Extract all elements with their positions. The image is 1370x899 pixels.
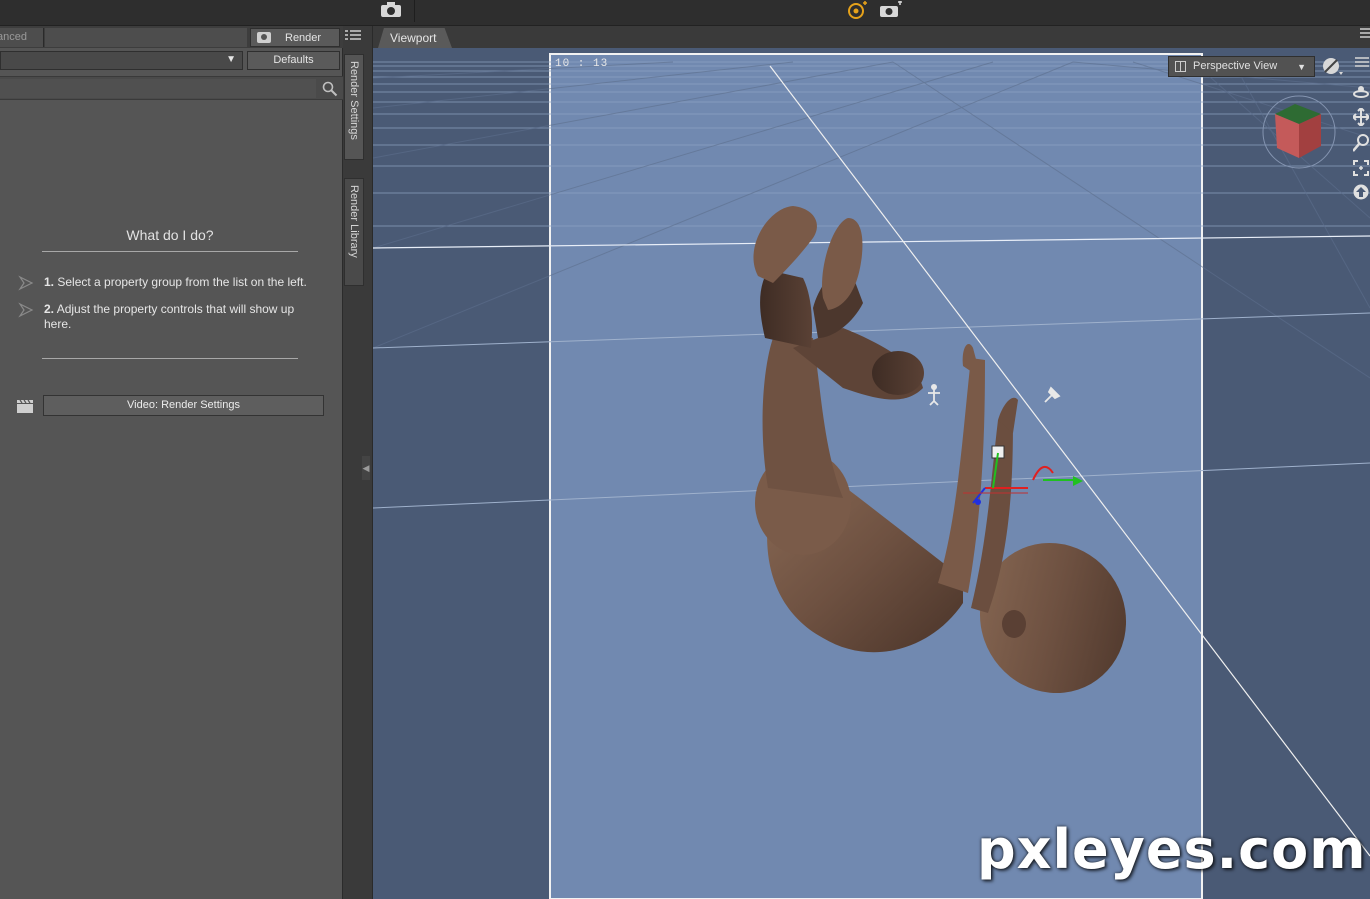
side-tab-strip: Render Settings Render Library ◀	[343, 26, 373, 899]
help-step-2: 2. Adjust the property controls that wil…	[18, 302, 318, 332]
clapperboard-icon	[16, 398, 34, 414]
search-input[interactable]	[0, 79, 316, 98]
camera-render-icon[interactable]	[878, 0, 904, 20]
defaults-button[interactable]: Defaults	[247, 51, 340, 70]
camera-icon[interactable]	[378, 0, 404, 20]
viewport-tab-row: Viewport	[373, 26, 1370, 48]
toolbar-separator	[414, 0, 415, 22]
camera-frame	[549, 53, 1203, 899]
menu-icon[interactable]	[345, 30, 361, 42]
help-step-text: 2. Adjust the property controls that wil…	[44, 302, 304, 332]
dropdown-arrow-icon: ▼	[226, 54, 236, 65]
tab-label: Render Settings	[348, 61, 360, 140]
step-number: 2.	[44, 302, 55, 316]
main-toolbar	[0, 0, 1370, 26]
view-mode-dropdown[interactable]: Perspective View ▼	[1168, 56, 1315, 77]
help-step-text: 1. Select a property group from the list…	[44, 275, 307, 291]
preset-dropdown[interactable]: ▼	[0, 51, 243, 70]
preset-row: ▼ Defaults	[0, 50, 343, 72]
arrow-pointer-icon	[18, 275, 34, 291]
step-text: Adjust the property controls that will s…	[44, 302, 295, 331]
camera-icon	[257, 32, 271, 43]
timecode: 10 : 13	[555, 58, 609, 70]
render-settings-pane: anced Render ▼ Defaults What do I do? 1.…	[0, 26, 343, 899]
step-text: Select a property group from the list on…	[54, 275, 307, 289]
pane-tab-row: anced Render	[0, 26, 343, 48]
watermark-text: pxleyes.com	[977, 818, 1367, 881]
viewport-layout-icon	[1175, 61, 1186, 72]
tab-render-settings[interactable]: Render Settings	[344, 54, 364, 160]
render-button[interactable]: Render	[250, 28, 340, 47]
search-icon[interactable]	[322, 81, 338, 97]
tab-blank[interactable]	[45, 28, 247, 47]
help-step-1: 1. Select a property group from the list…	[18, 275, 318, 291]
video-render-settings-button[interactable]: Video: Render Settings	[43, 395, 324, 416]
viewport-pane: Viewport 10: 13 Perspective View ▼ pxle…	[373, 26, 1370, 899]
step-number: 1.	[44, 275, 55, 289]
divider	[42, 251, 298, 252]
divider	[42, 358, 298, 359]
arrow-pointer-icon	[18, 302, 34, 318]
tab-advanced[interactable]: anced	[0, 28, 44, 47]
view-mode-label: Perspective View	[1193, 60, 1278, 72]
tab-viewport[interactable]: Viewport	[378, 28, 452, 48]
viewport-canvas[interactable]: 10 : 13 Perspective View ▼ pxleyes.com	[373, 48, 1370, 899]
tab-label: Render Library	[348, 185, 360, 258]
scene-render	[373, 48, 1370, 899]
video-row: Video: Render Settings	[16, 395, 326, 417]
render-target-icon[interactable]	[844, 0, 870, 20]
search-row	[0, 76, 343, 100]
render-button-label: Render	[285, 31, 322, 44]
menu-icon[interactable]	[1360, 28, 1370, 40]
tab-render-library[interactable]: Render Library	[344, 178, 364, 286]
collapse-handle[interactable]: ◀	[362, 456, 370, 480]
help-title: What do I do?	[126, 227, 214, 243]
dropdown-arrow-icon: ▼	[1297, 62, 1306, 72]
